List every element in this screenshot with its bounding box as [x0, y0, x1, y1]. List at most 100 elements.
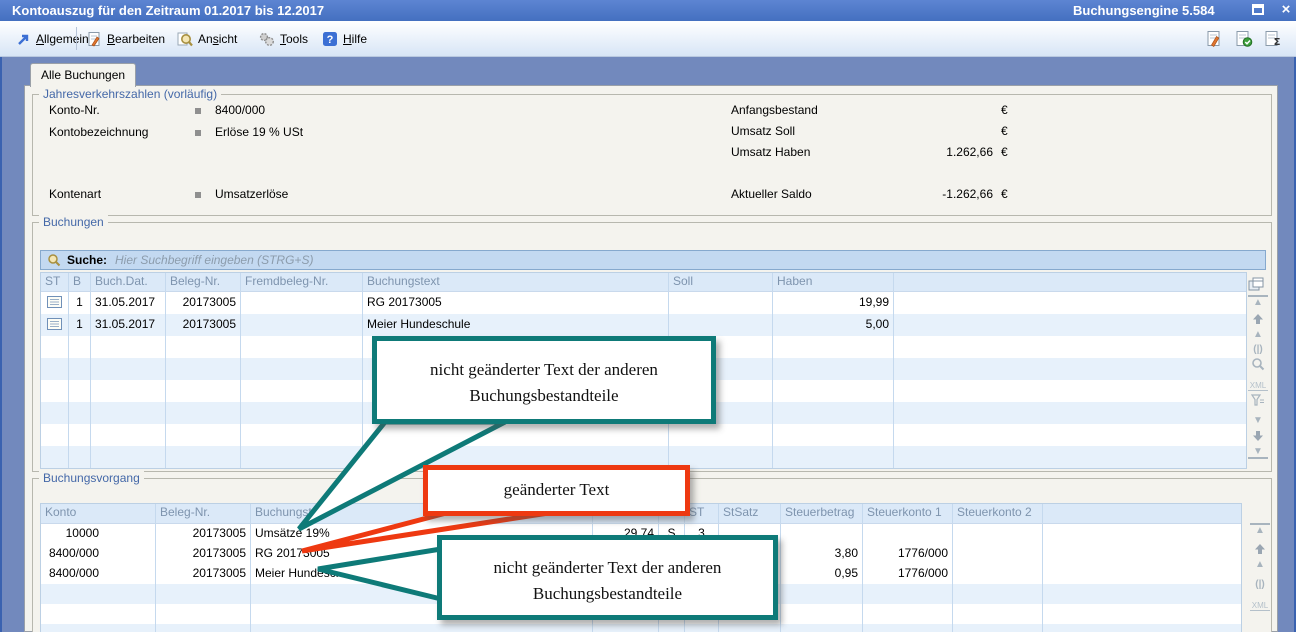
annotation-callout-unchanged-text-2: nicht geänderter Text der anderen Buchun… — [437, 535, 778, 620]
window-title: Kontoauszug für den Zeitraum 01.2017 bis… — [12, 3, 324, 18]
move-up-icon[interactable] — [1248, 311, 1268, 326]
arrow-up-right-icon — [16, 32, 31, 47]
cell-fremdbeleg — [241, 292, 363, 314]
close-window-button[interactable]: × — [1278, 0, 1294, 20]
callout-line: Buchungsbestandteile — [377, 383, 711, 409]
column-header[interactable]: Steuerbetrag — [781, 504, 863, 523]
cell-steuerkonto1: 1776/000 — [863, 544, 953, 564]
column-header[interactable]: Buchungstext — [363, 273, 669, 291]
column-header[interactable]: Konto — [41, 504, 156, 523]
bullet-icon — [195, 130, 201, 136]
currency-symbol: € — [1001, 187, 1008, 201]
document-edit-icon — [1205, 30, 1222, 47]
cell-text: Meier Hundeschule — [363, 314, 669, 336]
svg-text:?: ? — [327, 34, 334, 46]
xml-icon[interactable]: XML — [1250, 600, 1270, 611]
bullet-icon — [195, 108, 201, 114]
column-header[interactable]: Steuerkonto 2 — [953, 504, 1043, 523]
empty-row — [41, 624, 1241, 632]
cell-beleg: 20173005 — [166, 292, 241, 314]
field-label: Kontenart — [49, 187, 101, 201]
form-icon — [41, 292, 69, 314]
scroll-bottom-icon[interactable]: ▼ — [1248, 446, 1268, 459]
cell-fremdbeleg — [241, 314, 363, 336]
document-check-icon — [1235, 30, 1253, 47]
xml-icon[interactable]: XML — [1248, 380, 1268, 391]
toolbar-document-edit-button[interactable] — [1203, 28, 1223, 48]
menu-hilfe[interactable]: ? Hilfe — [322, 30, 367, 48]
cell-date: 31.05.2017 — [91, 314, 166, 336]
cell-b: 1 — [69, 314, 91, 336]
cell-text: RG 20173005 — [363, 292, 669, 314]
document-sum-icon: Σ — [1264, 30, 1282, 47]
callout-line: Buchungsbestandteile — [442, 581, 773, 607]
cell-beleg: 20173005 — [156, 544, 251, 564]
cell-konto: 8400/000 — [41, 544, 156, 564]
app-name: Buchungsengine 5.584 — [1073, 3, 1215, 18]
gears-icon — [258, 31, 275, 47]
cell-steuerkonto1 — [863, 524, 953, 544]
callout-line: nicht geänderter Text der anderen — [442, 555, 773, 581]
titlebar: Kontoauszug für den Zeitraum 01.2017 bis… — [0, 0, 1296, 21]
field-label: Umsatz Soll — [731, 124, 795, 138]
column-header[interactable]: Beleg-Nr. — [156, 504, 251, 523]
scroll-top-icon[interactable]: ▲ — [1250, 523, 1270, 536]
column-chooser-icon[interactable] — [1246, 276, 1266, 291]
page-down-icon[interactable]: ▼ — [1248, 413, 1268, 428]
toolbar-document-check-button[interactable] — [1234, 28, 1254, 48]
help-icon: ? — [322, 31, 338, 47]
svg-text:Σ: Σ — [1274, 37, 1281, 47]
restore-window-button[interactable] — [1252, 4, 1264, 15]
move-up-icon[interactable] — [1250, 541, 1270, 556]
field-label: Kontobezeichnung — [49, 125, 148, 139]
column-header[interactable]: Soll — [669, 273, 773, 291]
application-window: Kontoauszug für den Zeitraum 01.2017 bis… — [0, 0, 1296, 632]
column-header[interactable]: Beleg-Nr. — [166, 273, 241, 291]
filter-icon[interactable] — [1248, 393, 1268, 408]
transaction-legend: Buchungsvorgang — [39, 471, 144, 485]
menu-bearbeiten[interactable]: Bearbeiten — [86, 30, 165, 48]
field-value: Erlöse 19 % USt — [215, 125, 303, 139]
currency-symbol: € — [1001, 103, 1008, 117]
table-row[interactable]: 1 31.05.2017 20173005 RG 20173005 19,99 — [41, 292, 1246, 314]
page-up-icon[interactable]: ▲ — [1248, 327, 1268, 342]
field-label: Umsatz Haben — [731, 145, 810, 159]
page-up-icon[interactable]: ▲ — [1250, 557, 1270, 572]
menu-allgemein[interactable]: Allgemein — [16, 30, 89, 48]
cell-soll — [669, 314, 773, 336]
window-left-border — [0, 21, 2, 632]
form-icon — [41, 314, 69, 336]
field-value: 8400/000 — [215, 103, 265, 117]
menu-label: Bearbeiten — [107, 32, 165, 46]
field-value: -1.262,66 — [873, 187, 993, 201]
column-header[interactable]: Buch.Dat. — [91, 273, 166, 291]
column-header[interactable]: Steuerkonto 1 — [863, 504, 953, 523]
menu-tools[interactable]: Tools — [258, 30, 308, 48]
column-header[interactable]: Haben — [773, 273, 894, 291]
cell-beleg: 20173005 — [166, 314, 241, 336]
cell-konto: 10000 — [41, 524, 156, 544]
scroll-top-icon[interactable]: ▲ — [1248, 295, 1268, 308]
annotation-callout-changed-text: geänderter Text — [423, 465, 690, 516]
zoom-icon[interactable] — [1248, 356, 1268, 371]
column-header[interactable]: ST — [685, 504, 719, 523]
search-input[interactable]: Suche: Hier Suchbegriff eingeben (STRG+S… — [40, 250, 1266, 270]
column-header[interactable]: StSatz — [719, 504, 781, 523]
search-placeholder: Hier Suchbegriff eingeben (STRG+S) — [115, 253, 313, 267]
move-down-icon[interactable] — [1248, 428, 1268, 443]
brackets-icon[interactable]: (|) — [1248, 342, 1268, 357]
magnifier-icon — [47, 253, 61, 267]
column-header[interactable]: ST — [41, 273, 69, 291]
column-header[interactable]: B — [69, 273, 91, 291]
search-label: Suche: — [67, 253, 107, 267]
menu-ansicht[interactable]: Ansicht — [176, 30, 237, 48]
toolbar-document-sum-button[interactable]: Σ — [1263, 28, 1283, 48]
cell-steuerbetrag: 0,95 — [781, 564, 863, 584]
brackets-icon[interactable]: (|) — [1250, 577, 1270, 592]
table-row[interactable]: 1 31.05.2017 20173005 Meier Hundeschule … — [41, 314, 1246, 336]
field-label: Anfangsbestand — [731, 103, 818, 117]
column-header[interactable]: Fremdbeleg-Nr. — [241, 273, 363, 291]
field-label: Aktueller Saldo — [731, 187, 812, 201]
tab-alle-buchungen[interactable]: Alle Buchungen — [30, 63, 136, 87]
bullet-icon — [195, 192, 201, 198]
